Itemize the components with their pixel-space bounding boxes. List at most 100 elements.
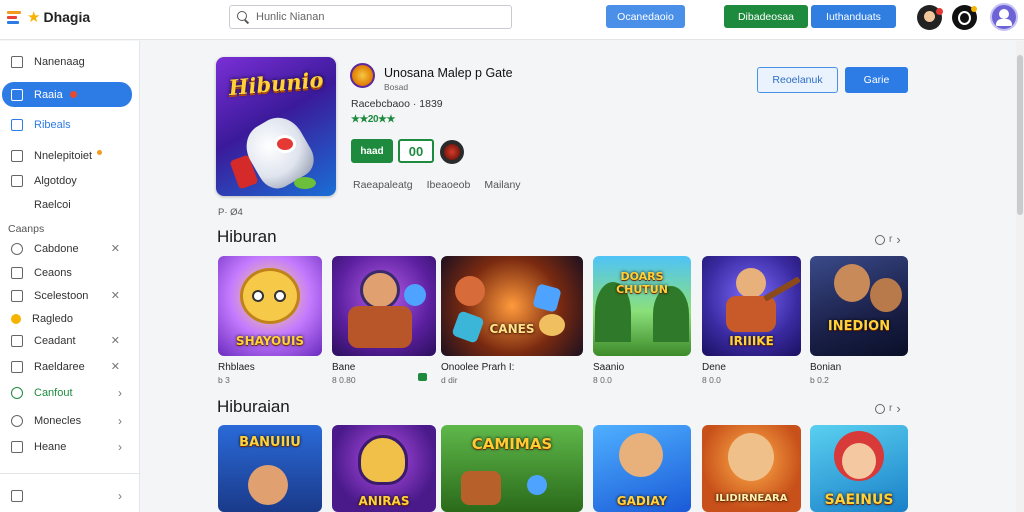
game-thumbnail[interactable]: BANUIIU <box>218 425 322 512</box>
close-icon[interactable]: ✕ <box>111 360 120 373</box>
game-card[interactable]: CANES Onoolee Prarh I: d dir <box>441 256 583 385</box>
chevron-right-icon: › <box>118 413 122 428</box>
game-thumbnail[interactable]: SAEINUS <box>810 425 908 512</box>
game-thumbnail[interactable]: INEDION <box>810 256 908 356</box>
game-card[interactable]: INEDION Bonian b 0.2 <box>810 256 908 385</box>
game-thumbnail[interactable]: ILIDIRNEARA <box>702 425 801 512</box>
card-art-text: IRIIIKE <box>729 334 774 348</box>
sidebar-item-6[interactable]: Raelcoi <box>2 192 132 217</box>
card-art-text: ILIDIRNEARA <box>715 493 788 504</box>
character-face-shape <box>842 443 876 479</box>
featured-tab-3[interactable]: Mailany <box>484 179 520 191</box>
star-icon: ★ <box>27 8 41 26</box>
settings-icon[interactable] <box>875 234 885 245</box>
close-icon[interactable]: ✕ <box>111 242 120 255</box>
sidebar-item-blue[interactable]: Ribeals <box>2 112 132 137</box>
age-chip[interactable]: 00 <box>398 139 434 163</box>
sidebar-item-4[interactable]: Nnelepitoiet <box>2 143 132 168</box>
sidebar-item-label: Nanenaag <box>34 55 85 68</box>
scrollbar-thumb[interactable] <box>1017 55 1023 215</box>
card-subtitle: d dir <box>441 375 458 385</box>
developer-icon[interactable] <box>350 63 375 88</box>
grid-icon <box>11 440 23 453</box>
settings-icon[interactable] <box>875 403 885 414</box>
user-avatar-icon[interactable] <box>990 3 1018 31</box>
featured-tab-2[interactable]: Ibeaoeob <box>427 179 471 191</box>
sidebar-section-label: Caanps <box>8 223 45 235</box>
featured-tab-1[interactable]: Raeapaleatg <box>353 179 413 191</box>
game-card[interactable]: CAMIMAS <box>441 425 583 512</box>
sidebar-item-active[interactable]: Raaia <box>2 82 132 107</box>
close-icon[interactable]: ✕ <box>111 334 120 347</box>
chevron-right-icon[interactable]: › <box>896 401 900 416</box>
notification-avatar-icon[interactable] <box>917 5 943 30</box>
sidebar-item-15[interactable]: Heane › <box>2 434 132 459</box>
game-card[interactable]: SHAYOUIS Rhblaes b 3 <box>218 256 322 385</box>
sidebar: Nanenaag Raaia Ribeals Nnelepitoiet Algo… <box>0 41 140 512</box>
game-card[interactable]: ANIRAS <box>332 425 436 512</box>
game-thumbnail[interactable]: CANES <box>441 256 583 356</box>
app-logo[interactable]: ★ Dhagia <box>6 8 90 26</box>
search-input[interactable] <box>256 11 496 23</box>
game-card[interactable]: BANUIIU <box>218 425 322 512</box>
character-body-shape <box>726 296 776 332</box>
document-icon <box>11 334 23 347</box>
game-thumbnail[interactable]: CAMIMAS <box>441 425 583 512</box>
featured-game-thumbnail[interactable]: Hibunio <box>216 57 336 196</box>
rating-chip[interactable]: haad <box>351 139 393 163</box>
folder-icon <box>11 266 23 279</box>
game-thumbnail[interactable]: ANIRAS <box>332 425 436 512</box>
game-thumbnail[interactable] <box>332 256 436 356</box>
home-icon <box>11 55 23 68</box>
sidebar-item-8[interactable]: Ceaons <box>2 260 132 285</box>
close-icon[interactable]: ✕ <box>111 289 120 302</box>
game-card[interactable]: ILIDIRNEARA <box>702 425 801 512</box>
document-icon <box>11 289 23 302</box>
secondary-action-button[interactable]: Reoelanuk <box>757 67 838 93</box>
game-card[interactable]: DOARS CHUTUN Saanio 8 0.0 <box>593 256 691 385</box>
circle-icon <box>11 242 23 255</box>
sidebar-item-5[interactable]: Algotdoy <box>2 168 132 193</box>
rocket-eye-shape <box>274 135 296 153</box>
game-card[interactable]: GADIAY <box>593 425 691 512</box>
game-thumbnail[interactable]: GADIAY <box>593 425 691 512</box>
top-button-1[interactable]: Ocanedaoio <box>606 5 685 28</box>
sidebar-item-9[interactable]: Scelestoon ✕ <box>2 283 132 308</box>
gem-shape <box>532 283 562 313</box>
search-bar[interactable] <box>229 5 512 29</box>
primary-action-button[interactable]: Garie <box>845 67 908 93</box>
section-counter: r <box>889 403 893 414</box>
game-thumbnail[interactable]: SHAYOUIS <box>218 256 322 356</box>
sidebar-item-label: Scelestoon <box>34 289 89 302</box>
sidebar-item-label: Ceaons <box>34 266 72 279</box>
featured-subtitle: Bosad <box>384 82 409 92</box>
sidebar-item-12[interactable]: Raeldaree ✕ <box>2 354 132 379</box>
character-face-shape <box>240 268 300 324</box>
chat-icon[interactable] <box>952 5 977 30</box>
sidebar-item-label: Ragledo <box>32 312 73 325</box>
sidebar-item-label: Raelcoi <box>34 198 71 211</box>
game-thumbnail[interactable]: IRIIIKE <box>702 256 801 356</box>
top-button-3[interactable]: Iuthanduats <box>811 5 896 28</box>
card-art-text: GADIAY <box>616 494 668 508</box>
game-card[interactable]: SAEINUS <box>810 425 908 512</box>
card-art-text: INEDION <box>827 319 891 334</box>
sidebar-item-11[interactable]: Ceadant ✕ <box>2 328 132 353</box>
scrollbar[interactable] <box>1016 41 1024 512</box>
notification-dot <box>97 150 103 155</box>
sidebar-footer-item[interactable]: › <box>2 483 132 508</box>
rating-stars: ★★20★★ <box>351 114 395 125</box>
sidebar-item-label: Raaia <box>34 88 63 101</box>
top-button-2[interactable]: Dibadeosaa <box>724 5 808 28</box>
sidebar-item-label: Monecles <box>34 414 82 427</box>
sidebar-item-14[interactable]: Monecles › <box>2 408 132 433</box>
sidebar-item-home[interactable]: Nanenaag <box>2 49 132 74</box>
chevron-right-icon[interactable]: › <box>896 232 900 247</box>
sidebar-item-13[interactable]: Canfout › <box>2 380 132 405</box>
publisher-icon[interactable] <box>440 140 464 164</box>
game-card[interactable]: Bane 8 0.80 <box>332 256 436 385</box>
sidebar-item-7[interactable]: Cabdone ✕ <box>2 236 132 261</box>
featured-title: Unosana Malep p Gate <box>384 66 513 80</box>
game-card[interactable]: IRIIIKE Dene 8 0.0 <box>702 256 801 385</box>
game-thumbnail[interactable]: DOARS CHUTUN <box>593 256 691 356</box>
